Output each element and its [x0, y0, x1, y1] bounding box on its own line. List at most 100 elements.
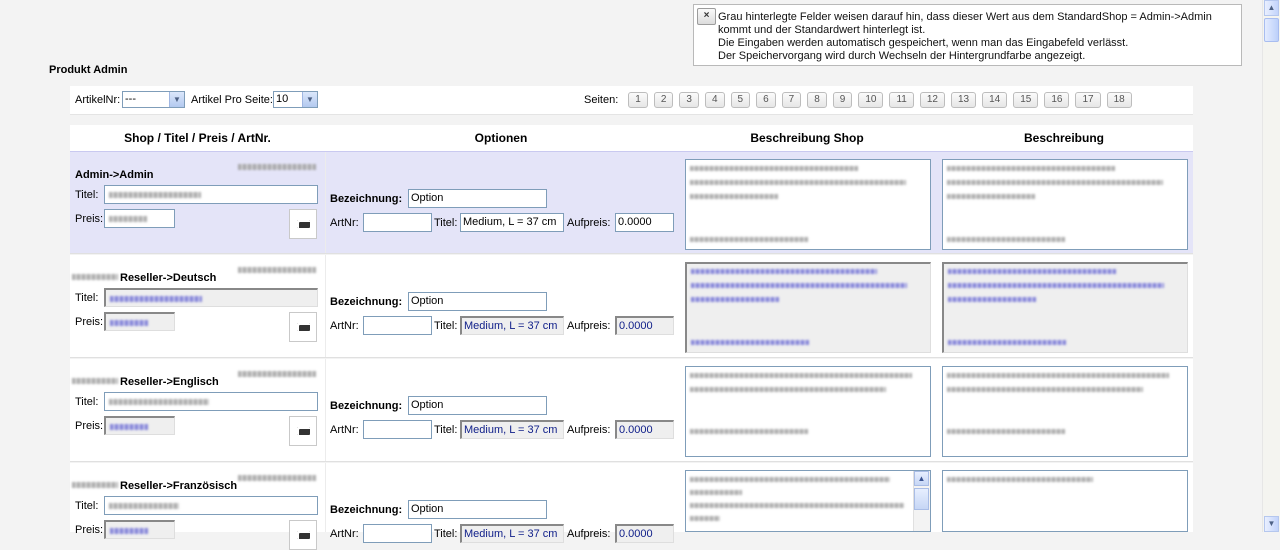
redacted-text — [691, 297, 779, 302]
beschreibung-textarea[interactable] — [942, 159, 1188, 250]
preis-input[interactable] — [104, 312, 175, 331]
bezeichnung-input[interactable]: Option — [408, 396, 547, 415]
preis-input[interactable] — [104, 520, 175, 539]
beschreibung-textarea[interactable] — [942, 470, 1188, 532]
save-icon[interactable] — [289, 209, 317, 239]
preis-input[interactable] — [104, 416, 175, 435]
page-button-13[interactable]: 13 — [950, 92, 977, 108]
aufpreis-input[interactable]: 0.0000 — [615, 420, 674, 439]
titel-input[interactable] — [104, 496, 318, 515]
aufpreis-label: Aufpreis: — [567, 424, 611, 436]
pro-seite-label: Artikel Pro Seite: — [191, 94, 273, 106]
page-button-10[interactable]: 10 — [858, 92, 884, 108]
save-icon-glyph — [297, 531, 310, 539]
redacted-text — [109, 192, 201, 198]
redacted-artnr — [238, 267, 316, 273]
table-header: Shop / Titel / Preis / ArtNr. Optionen B… — [70, 125, 1193, 152]
scrollbar-thumb[interactable] — [914, 488, 929, 510]
scroll-down-arrow-icon[interactable]: ▼ — [1264, 516, 1279, 532]
bezeichnung-input[interactable]: Option — [408, 292, 547, 311]
titel-label: Titel: — [75, 396, 99, 408]
column-divider — [325, 359, 326, 461]
column-header-shop: Shop / Titel / Preis / ArtNr. — [124, 131, 271, 145]
redacted-shop-prefix — [72, 274, 118, 280]
notice-text: Grau hinterlegte Felder weisen darauf hi… — [718, 11, 1212, 63]
option-artnr-input[interactable] — [363, 213, 432, 232]
option-artnr-input[interactable] — [363, 316, 432, 335]
option-titel-input[interactable]: Medium, L = 37 cm — [460, 420, 564, 439]
bezeichnung-input[interactable]: Option — [408, 500, 547, 519]
beschreibung-shop-textarea[interactable] — [685, 159, 931, 250]
option-artnr-input[interactable] — [363, 524, 432, 543]
table-row: Reseller->Deutsch Titel: Preis: Bezeichn… — [70, 255, 1193, 358]
shop-name: Reseller->Französisch — [120, 480, 238, 492]
preis-input[interactable] — [104, 209, 175, 228]
redacted-text — [947, 194, 1035, 199]
aufpreis-input[interactable]: 0.0000 — [615, 213, 674, 232]
save-icon[interactable] — [289, 312, 317, 342]
redacted-text — [947, 429, 1065, 434]
aufpreis-input[interactable]: 0.0000 — [615, 316, 674, 335]
column-header-beschreibung: Beschreibung — [1023, 131, 1104, 145]
redacted-text — [947, 166, 1115, 171]
notice-line: kommt und der Standardwert hinterlegt is… — [718, 24, 926, 36]
page-scrollbar[interactable]: ▲ ▼ — [1262, 0, 1280, 532]
chevron-down-icon[interactable]: ▼ — [169, 92, 184, 107]
page-button-11[interactable]: 11 — [889, 92, 914, 108]
close-icon[interactable]: × — [697, 8, 716, 25]
titel-input[interactable] — [104, 392, 318, 411]
redacted-text — [690, 387, 886, 392]
page-button-2[interactable]: 2 — [653, 92, 674, 108]
aufpreis-input[interactable]: 0.0000 — [615, 524, 674, 543]
chevron-down-icon[interactable]: ▼ — [302, 92, 317, 107]
titel-input[interactable] — [104, 185, 318, 204]
titel-input[interactable] — [104, 288, 318, 307]
page-button-1[interactable]: 1 — [628, 92, 648, 108]
shop-name: Reseller->Deutsch — [120, 272, 217, 284]
page-button-9[interactable]: 9 — [832, 92, 853, 108]
redacted-text — [691, 340, 809, 345]
beschreibung-textarea[interactable] — [942, 366, 1188, 457]
page-button-6[interactable]: 6 — [756, 92, 776, 108]
scroll-up-arrow-icon[interactable]: ▲ — [914, 471, 929, 486]
page-button-3[interactable]: 3 — [679, 92, 699, 108]
option-titel-input[interactable]: Medium, L = 37 cm — [460, 316, 564, 335]
beschreibung-shop-textarea[interactable] — [685, 366, 931, 457]
beschreibung-shop-textarea[interactable] — [685, 262, 931, 353]
beschreibung-shop-textarea[interactable]: ▲ — [685, 470, 931, 532]
redacted-text — [690, 477, 890, 482]
redacted-shop-prefix — [72, 482, 118, 488]
shop-name: Admin->Admin — [75, 169, 154, 181]
page-button-8[interactable]: 8 — [807, 92, 827, 108]
artnr-label: ArtNr: — [330, 424, 359, 436]
textarea-scrollbar[interactable]: ▲ — [913, 471, 930, 531]
option-artnr-input[interactable] — [363, 420, 432, 439]
preis-label: Preis: — [75, 316, 104, 328]
page-button-4[interactable]: 4 — [704, 92, 725, 108]
page-button-18[interactable]: 18 — [1106, 92, 1132, 108]
page-button-14[interactable]: 14 — [982, 92, 1008, 108]
titel-label: Titel: — [75, 189, 99, 201]
redacted-artnr — [238, 475, 316, 481]
page-button-16[interactable]: 16 — [1044, 92, 1070, 108]
page-button-7[interactable]: 7 — [781, 92, 802, 108]
bezeichnung-input[interactable]: Option — [408, 189, 547, 208]
redacted-text — [690, 503, 904, 508]
save-icon[interactable] — [289, 416, 317, 446]
artikelnr-select[interactable]: --- ▼ — [122, 91, 185, 108]
shop-name: Reseller->Englisch — [120, 376, 219, 388]
page-button-12[interactable]: 12 — [919, 92, 945, 108]
scroll-up-arrow-icon[interactable]: ▲ — [1264, 0, 1279, 16]
option-titel-input[interactable]: Medium, L = 37 cm — [460, 524, 564, 543]
pro-seite-select[interactable]: 10 ▼ — [273, 91, 318, 108]
aufpreis-label: Aufpreis: — [567, 528, 611, 540]
beschreibung-textarea[interactable] — [942, 262, 1188, 353]
artnr-label: ArtNr: — [330, 528, 359, 540]
page-button-15[interactable]: 15 — [1013, 92, 1039, 108]
option-titel-input[interactable]: Medium, L = 37 cm — [460, 213, 564, 232]
page-button-5[interactable]: 5 — [730, 92, 751, 108]
scrollbar-thumb[interactable] — [1264, 18, 1279, 42]
redacted-text — [690, 373, 912, 378]
save-icon[interactable] — [289, 520, 317, 550]
page-button-17[interactable]: 17 — [1075, 92, 1101, 108]
